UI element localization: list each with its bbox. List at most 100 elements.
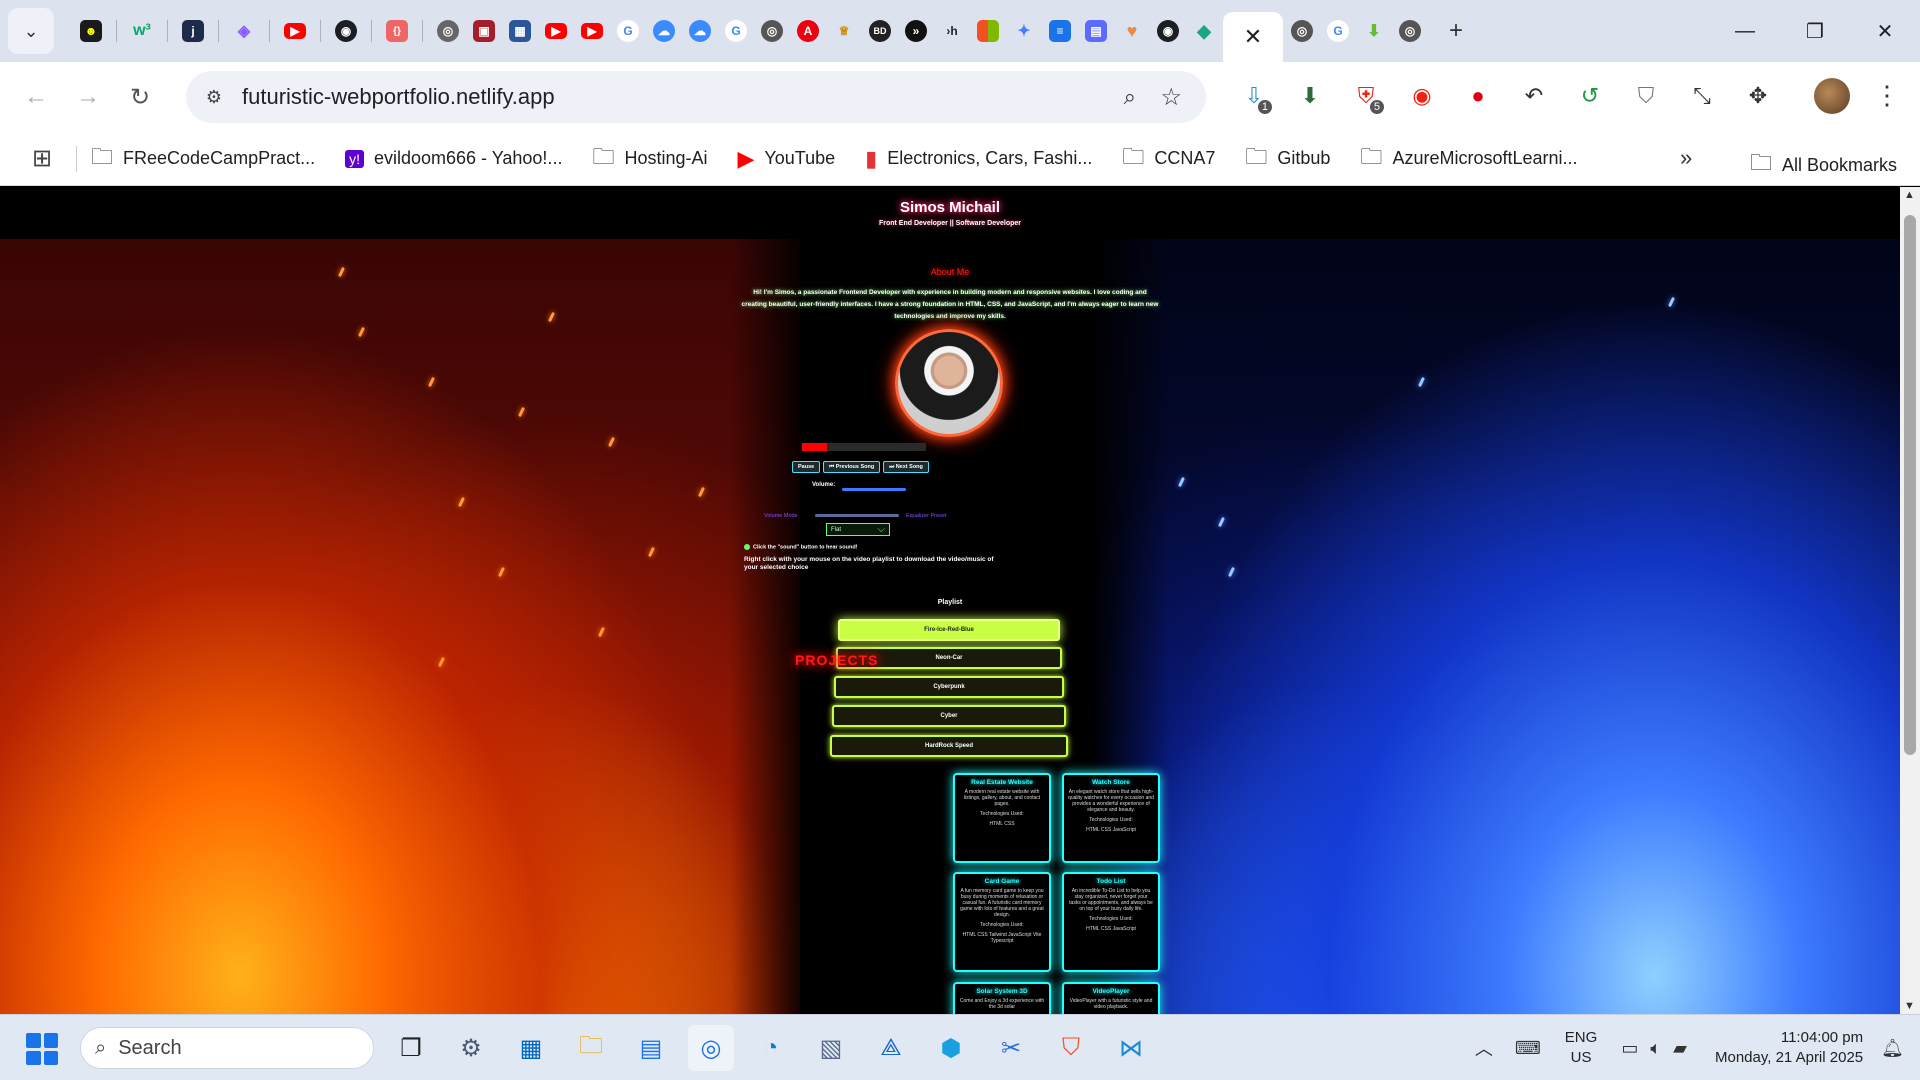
start-button[interactable] <box>26 1033 58 1065</box>
task-view-icon[interactable]: ❐ <box>388 1025 434 1071</box>
tab[interactable]: ›h <box>935 11 969 51</box>
mode-slider[interactable] <box>815 514 899 517</box>
tab[interactable]: ◎ <box>1285 11 1319 51</box>
clock[interactable]: 11:04:00 pm Monday, 21 April 2025 <box>1715 1028 1863 1068</box>
tab[interactable]: G <box>1321 11 1355 51</box>
ublock-extension-icon[interactable]: ⛨ 5 <box>1342 72 1390 120</box>
pause-button[interactable]: Pause <box>792 461 821 473</box>
red-dot-extension-icon[interactable]: ● <box>1454 72 1502 120</box>
tab[interactable]: G <box>611 11 645 51</box>
tab[interactable]: ≡ <box>1043 11 1077 51</box>
previous-song-button[interactable]: ⏮ Previous Song <box>823 461 881 473</box>
playlist-item[interactable]: Fire-Ice-Red-Blue <box>838 619 1060 641</box>
bookmark-item[interactable]: 🗀 AzureMicrosoftLearni... <box>1360 140 1577 178</box>
taskbar-search[interactable]: ⌕ Search <box>80 1027 374 1069</box>
profile-avatar[interactable] <box>1814 78 1850 114</box>
language-indicator[interactable]: ENG US <box>1565 1028 1598 1068</box>
tab[interactable]: ◎ <box>431 11 465 51</box>
vscode-icon[interactable]: ⋈ <box>1108 1025 1154 1071</box>
tab[interactable]: ✦ <box>1007 11 1041 51</box>
project-card[interactable]: Todo List An incredible To-Do List to he… <box>1062 872 1160 972</box>
scrollbar-thumb[interactable] <box>1904 215 1916 755</box>
project-card[interactable]: Card Game A fun memory card game to keep… <box>953 872 1051 972</box>
tab[interactable]: ▣ <box>467 11 501 51</box>
back-arrow-icon[interactable]: ← <box>10 71 62 123</box>
more-bookmarks-icon[interactable]: » <box>1680 145 1692 171</box>
store-icon[interactable]: ▦ <box>508 1025 554 1071</box>
compress-extension-icon[interactable]: ⤡ <box>1678 72 1726 120</box>
tab[interactable]: ▶ <box>278 11 312 51</box>
volume-slider[interactable] <box>842 488 906 491</box>
ide-icon[interactable]: ⟁ <box>868 1025 914 1071</box>
snipping-tool-icon[interactable]: ✂ <box>988 1025 1034 1071</box>
notification-bell-icon[interactable]: 🔔︎ <box>1881 1038 1904 1059</box>
network-icon[interactable]: ▭ <box>1621 1038 1638 1059</box>
active-tab[interactable]: ✕ <box>1223 12 1283 62</box>
tab[interactable]: ▶ <box>539 11 573 51</box>
minimize-icon[interactable]: — <box>1710 0 1780 62</box>
bookmark-star-icon[interactable]: ☆ <box>1160 83 1182 112</box>
forward-arrow-icon[interactable]: → <box>62 71 114 123</box>
tab[interactable]: ☻ <box>74 11 108 51</box>
tab[interactable]: ◎ <box>1393 11 1427 51</box>
chrome-icon[interactable]: ◎ <box>688 1025 734 1071</box>
menu-kebab-icon[interactable]: ⋮ <box>1874 80 1900 111</box>
url-text[interactable]: futuristic-webportfolio.netlify.app <box>242 84 555 110</box>
close-window-icon[interactable]: ✕ <box>1850 0 1920 62</box>
tab[interactable]: ♥ <box>1115 11 1149 51</box>
bookmark-item[interactable]: ▶ YouTube <box>738 146 836 172</box>
playlist-item[interactable]: Cyberpunk <box>834 676 1064 698</box>
shield-extension-icon[interactable]: ⛉ <box>1622 72 1670 120</box>
tab[interactable]: » <box>899 11 933 51</box>
playlist-item[interactable]: Cyber <box>832 705 1066 727</box>
tab-search-button[interactable]: ⌄ <box>8 8 54 54</box>
tab[interactable]: ☁ <box>647 11 681 51</box>
address-bar[interactable]: ⚙ futuristic-webportfolio.netlify.app ⌕ … <box>186 71 1206 123</box>
next-song-button[interactable]: ⏭ Next Song <box>883 461 929 473</box>
tab[interactable]: j <box>176 11 210 51</box>
page-scrollbar[interactable]: ▲ ▼ <box>1900 187 1920 1014</box>
bookmark-item[interactable]: 🗀 CCNA7 <box>1122 140 1215 178</box>
tab[interactable]: ◉ <box>329 11 363 51</box>
project-card[interactable]: VideoPlayer VideoPlayer with a futuristi… <box>1062 982 1160 1014</box>
new-tab-button[interactable]: + <box>1439 14 1473 48</box>
scroll-down-icon[interactable]: ▼ <box>1904 1000 1915 1012</box>
bookmark-item[interactable]: y! evildoom666 - Yahoo!... <box>345 148 562 169</box>
restore-icon[interactable]: ❐ <box>1780 0 1850 62</box>
tab[interactable]: ◎ <box>755 11 789 51</box>
settings-gear-icon[interactable]: ⚙ <box>448 1025 494 1071</box>
project-card[interactable]: Watch Store An elegant watch store that … <box>1062 773 1160 863</box>
scroll-up-icon[interactable]: ▲ <box>1904 189 1915 201</box>
all-bookmarks[interactable]: 🗀 All Bookmarks <box>1750 146 1897 184</box>
site-info-icon[interactable]: ⚙ <box>194 77 234 117</box>
brave-icon[interactable]: ⛉ <box>1048 1025 1094 1071</box>
chevron-up-icon[interactable]: ︿ <box>1475 1035 1493 1061</box>
reload-icon[interactable]: ↻ <box>114 71 166 123</box>
equalizer-preset-select[interactable]: Flat ⌵ <box>826 523 890 536</box>
download-extension-icon[interactable]: ⇩ 1 <box>1230 72 1278 120</box>
tab[interactable]: G <box>719 11 753 51</box>
tab[interactable] <box>971 11 1005 51</box>
bookmark-item[interactable]: ▮ Electronics, Cars, Fashi... <box>865 146 1092 172</box>
tab[interactable]: {} <box>380 11 414 51</box>
tab[interactable]: ☁ <box>683 11 717 51</box>
undo-extension-icon[interactable]: ↺ <box>1566 72 1614 120</box>
song-progress-bar[interactable] <box>802 443 926 451</box>
tab[interactable]: ▶ <box>575 11 609 51</box>
battery-icon[interactable]: ▰ <box>1673 1038 1687 1059</box>
save-extension-icon[interactable]: ⬇ <box>1286 72 1334 120</box>
apps-grid-icon[interactable]: ⊞ <box>22 144 62 173</box>
puzzle-extensions-icon[interactable]: ✥ <box>1734 72 1782 120</box>
tab[interactable]: ⬇ <box>1357 11 1391 51</box>
record-extension-icon[interactable]: ◉ <box>1398 72 1446 120</box>
tab[interactable]: ◉ <box>1151 11 1185 51</box>
project-card[interactable]: Solar System 3D Come and Enjoy a 3d expe… <box>953 982 1051 1014</box>
playlist-item[interactable]: HardRock Speed <box>830 735 1068 757</box>
edge-icon[interactable]: ◔ <box>748 1025 794 1071</box>
bookmark-item[interactable]: 🗀 FReeCodeCampPract... <box>91 140 315 178</box>
volume-icon[interactable]: 🔈︎ <box>1650 1038 1661 1059</box>
close-icon[interactable]: ✕ <box>1244 24 1262 50</box>
tab[interactable]: ♕ <box>827 11 861 51</box>
bookmark-item[interactable]: 🗀 Hosting-Ai <box>592 140 707 178</box>
project-card[interactable]: Real Estate Website A modern real estate… <box>953 773 1051 863</box>
